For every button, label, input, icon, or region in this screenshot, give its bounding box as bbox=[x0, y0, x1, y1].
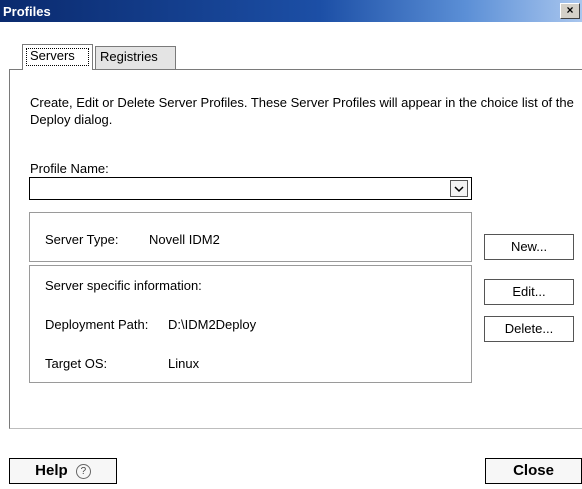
chevron-down-icon bbox=[454, 186, 464, 193]
help-button-label: Help bbox=[35, 462, 68, 479]
target-os-label: Target OS: bbox=[45, 356, 108, 371]
title-bar: Profiles × bbox=[0, 0, 582, 22]
new-button[interactable]: New... bbox=[484, 234, 574, 260]
window-title: Profiles bbox=[3, 4, 51, 19]
description-text: Create, Edit or Delete Server Profiles. … bbox=[30, 95, 574, 127]
profile-name-label: Profile Name: bbox=[30, 161, 109, 176]
tab-servers-label: Servers bbox=[30, 48, 75, 63]
tab-servers[interactable]: Servers bbox=[22, 44, 93, 70]
server-info-group: Server specific information: Deployment … bbox=[29, 265, 472, 383]
server-type-label: Server Type: bbox=[45, 232, 119, 247]
deployment-path-label: Deployment Path: bbox=[45, 317, 149, 332]
target-os-value: Linux bbox=[168, 356, 200, 371]
window-close-button[interactable]: × bbox=[560, 3, 580, 19]
close-button[interactable]: Close bbox=[485, 458, 582, 484]
help-button[interactable]: Help ? bbox=[9, 458, 117, 484]
tab-registries[interactable]: Registries bbox=[95, 46, 176, 69]
tab-registries-label: Registries bbox=[100, 49, 158, 64]
profile-name-combobox[interactable] bbox=[29, 177, 472, 200]
server-type-group: Server Type: Novell IDM2 bbox=[29, 212, 472, 262]
delete-button[interactable]: Delete... bbox=[484, 316, 574, 342]
question-circle-icon: ? bbox=[75, 464, 91, 479]
edit-button[interactable]: Edit... bbox=[484, 279, 574, 305]
close-icon: × bbox=[566, 3, 574, 17]
server-type-value: Novell IDM2 bbox=[149, 232, 220, 247]
deployment-path-value: D:\IDM2Deploy bbox=[168, 317, 257, 332]
server-info-heading: Server specific information: bbox=[45, 278, 202, 293]
profile-dropdown-button[interactable] bbox=[450, 180, 468, 197]
